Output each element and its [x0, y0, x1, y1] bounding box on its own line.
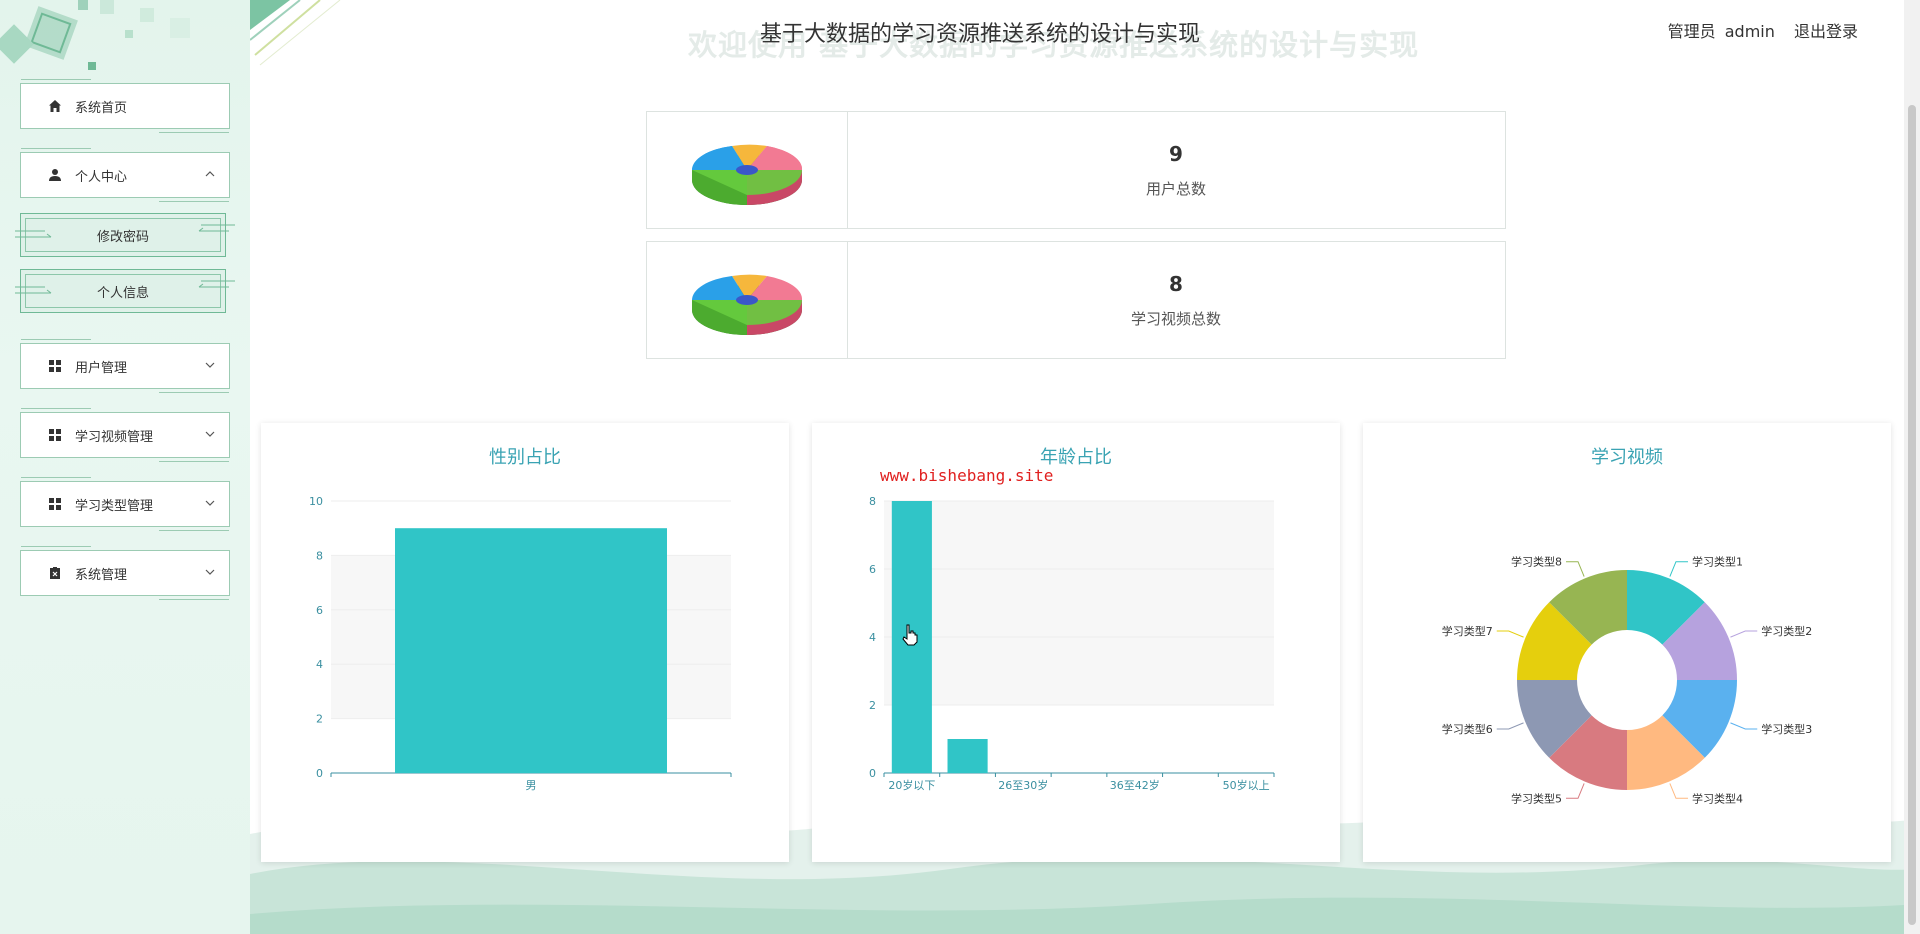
- x-tick-label: 20岁以下: [888, 778, 935, 792]
- sidebar-item-system-management[interactable]: 系统管理: [20, 546, 230, 600]
- y-tick-label: 8: [316, 549, 323, 562]
- user-icon: [47, 167, 63, 183]
- sidebar-item-label: 系统首页: [75, 100, 128, 116]
- pie-3d-icon: [647, 112, 848, 228]
- sidebar-item-label: 用户管理: [75, 360, 128, 376]
- age-chart-card: 0 2 4 6 8 20岁以下 26至30岁 36至42岁 50岁以上 年龄占比: [812, 423, 1340, 862]
- pie-label-line: [1730, 630, 1758, 638]
- pie-label-line: [1496, 630, 1524, 638]
- chevron-down-icon: [205, 431, 215, 437]
- pie-label-line: [1496, 722, 1524, 730]
- x-tick-label: 男: [526, 779, 537, 792]
- chart-title: 性别占比: [489, 447, 561, 468]
- chart-title: 学习视频: [1591, 447, 1663, 468]
- sidebar-sub-item-label: 个人信息: [96, 285, 149, 301]
- y-tick-label: 8: [869, 495, 876, 508]
- pie-label-line: [1566, 783, 1585, 799]
- age-bar-chart: 0 2 4 6 8 20岁以下 26至30岁 36至42岁 50岁以上: [869, 495, 1275, 792]
- pie-label: 学习类型2: [1761, 624, 1812, 638]
- y-tick-label: 4: [316, 658, 323, 671]
- pie-label-line: [1669, 783, 1688, 799]
- logout-link[interactable]: 退出登录: [1794, 22, 1858, 41]
- grid-band: [884, 501, 1274, 569]
- x-tick-label: 36至42岁: [1110, 778, 1160, 792]
- user-role: 管理员: [1667, 22, 1716, 41]
- grid-band: [884, 637, 1274, 705]
- pie-3d-icon: [647, 242, 848, 358]
- sidebar-item-user-management[interactable]: 用户管理: [20, 339, 230, 393]
- stat-value: 9: [1169, 142, 1183, 166]
- scrollbar-thumb[interactable]: [1908, 105, 1916, 925]
- y-tick-label: 6: [869, 563, 876, 576]
- clipboard-icon: [47, 565, 63, 581]
- sidebar-item-video-management[interactable]: 学习视频管理: [20, 408, 230, 462]
- bar: [947, 739, 988, 773]
- sidebar-item-personal-center[interactable]: 个人中心: [20, 148, 230, 202]
- stat-card-videos: 8 学习视频总数: [646, 241, 1506, 359]
- stat-value: 8: [1169, 272, 1183, 296]
- video-type-chart-card: 学习类型1 学习类型2 学习类型3 学习类型4 学习类型5 学习类型6 学习类型7 学习类型8…: [1363, 423, 1891, 862]
- sidebar-item-label: 学习视频管理: [75, 429, 154, 445]
- grid-band: [884, 569, 1274, 637]
- x-tick-label: 26至30岁: [998, 778, 1048, 792]
- bar: [395, 528, 667, 773]
- y-tick-label: 4: [869, 631, 876, 644]
- grid-icon: [47, 496, 63, 512]
- username: admin: [1724, 22, 1775, 41]
- scrollbar[interactable]: [1904, 0, 1920, 934]
- hand-cursor-icon: [902, 624, 918, 646]
- pie-label: 学习类型1: [1692, 555, 1743, 569]
- y-tick-label: 0: [869, 767, 876, 780]
- pie-label: 学习类型3: [1761, 722, 1812, 736]
- grid-icon: [47, 427, 63, 443]
- video-type-pie-chart: 学习类型1 学习类型2 学习类型3 学习类型4 学习类型5 学习类型6 学习类型7 学习类型8: [1442, 555, 1813, 806]
- grid-band: [884, 705, 1274, 773]
- pie-label-line: [1566, 561, 1585, 577]
- corner-decoration: [250, 0, 341, 66]
- home-icon: [47, 98, 63, 114]
- chevron-down-icon: [205, 362, 215, 368]
- chevron-down-icon: [205, 569, 215, 575]
- pie-label: 学习类型7: [1442, 624, 1493, 638]
- y-tick-label: 6: [316, 604, 323, 617]
- pie-label: 学习类型5: [1511, 791, 1562, 805]
- sidebar-sub-item-label: 修改密码: [96, 229, 149, 245]
- pie-label: 学习类型4: [1692, 791, 1743, 805]
- main-content: 欢迎使用 基于大数据的学习资源推送系统的设计与实现 基于大数据的学习资源推送系统…: [250, 0, 1920, 934]
- pie-label: 学习类型6: [1442, 722, 1493, 736]
- y-tick-label: 2: [869, 699, 876, 712]
- gender-bar-chart: 0 2 4 6 8 10 男: [309, 495, 732, 792]
- grid-icon: [47, 358, 63, 374]
- sidebar-item-label: 学习类型管理: [75, 498, 154, 514]
- user-bar: 管理员 admin 退出登录: [1664, 18, 1858, 42]
- pie-label: 学习类型8: [1511, 555, 1562, 569]
- stat-card-users: 9 用户总数: [646, 111, 1506, 229]
- x-tick-label: 50岁以上: [1223, 778, 1270, 792]
- watermark: www.bishebang.site: [880, 466, 1054, 485]
- sidebar-item-home[interactable]: 系统首页: [20, 79, 230, 133]
- sidebar-sub-item-personal-info[interactable]: 个人信息: [15, 269, 235, 313]
- sidebar-sub-item-change-password[interactable]: 修改密码: [15, 213, 235, 257]
- y-tick-label: 10: [309, 495, 323, 508]
- pie-label-line: [1730, 722, 1758, 730]
- pie-label-line: [1669, 561, 1688, 577]
- sidebar-item-label: 系统管理: [75, 567, 128, 583]
- stat-label: 用户总数: [1145, 180, 1206, 198]
- chevron-down-icon: [205, 500, 215, 506]
- sidebar-item-type-management[interactable]: 学习类型管理: [20, 477, 230, 531]
- sidebar: 系统首页 个人中心 修改密码 个人信息 用户管理 学习视频管理 学习类型管理 系…: [0, 0, 250, 934]
- gender-chart-card: 0 2 4 6 8 10 男 性别占比: [261, 423, 789, 862]
- y-tick-label: 0: [316, 767, 323, 780]
- y-tick-label: 2: [316, 713, 323, 726]
- page-title: 基于大数据的学习资源推送系统的设计与实现: [760, 22, 1201, 47]
- stat-label: 学习视频总数: [1130, 310, 1221, 328]
- chevron-up-icon: [205, 171, 215, 177]
- sidebar-item-label: 个人中心: [75, 169, 128, 185]
